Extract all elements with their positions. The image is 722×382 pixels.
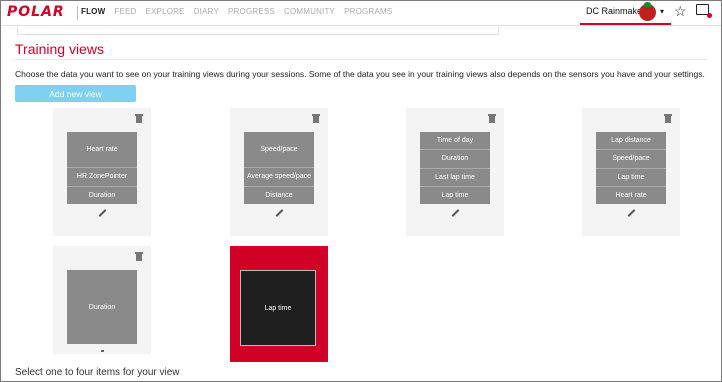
nav-link-diary[interactable]: DIARY bbox=[194, 7, 219, 16]
view-field: Lap time bbox=[264, 304, 292, 312]
view-field: Distance bbox=[265, 191, 293, 199]
title-divider bbox=[15, 59, 707, 60]
nav-link-explore[interactable]: EXPLORE bbox=[146, 7, 185, 16]
view-field: Lap distance bbox=[596, 132, 666, 151]
view-screen: Lap time bbox=[240, 270, 316, 346]
view-screen: Heart rate HR ZonePointer Duration bbox=[67, 132, 137, 204]
view-field: Last lap time bbox=[420, 169, 490, 187]
view-screen: Lap distance Speed/pace Lap time Heart r… bbox=[596, 132, 666, 204]
pencil-icon[interactable] bbox=[275, 209, 284, 217]
view-field: Duration bbox=[420, 150, 490, 169]
view-field: Speed/pace bbox=[244, 132, 314, 168]
nav-link-programs[interactable]: PROGRAMS bbox=[344, 7, 392, 16]
view-field: Heart rate bbox=[67, 132, 137, 168]
training-view-card[interactable]: Lap distance Speed/pace Lap time Heart r… bbox=[582, 108, 680, 236]
star-icon[interactable]: ☆ bbox=[674, 3, 687, 20]
page-title: Training views bbox=[15, 41, 104, 57]
trash-icon[interactable] bbox=[312, 114, 320, 123]
app-window: POLAR FLOW FEED EXPLORE DIARY PROGRESS C… bbox=[0, 0, 722, 382]
logo-separator bbox=[77, 6, 78, 20]
more-indicator bbox=[101, 350, 104, 352]
nav-links: FLOW FEED EXPLORE DIARY PROGRESS COMMUNI… bbox=[81, 7, 401, 16]
top-nav: POLAR FLOW FEED EXPLORE DIARY PROGRESS C… bbox=[1, 1, 721, 26]
nav-link-feed[interactable]: FEED bbox=[114, 7, 136, 16]
pencil-icon[interactable] bbox=[451, 209, 460, 217]
view-screen: Duration bbox=[67, 270, 137, 344]
view-field: Lap time bbox=[441, 191, 469, 199]
notification-badge bbox=[707, 13, 712, 18]
nav-link-community[interactable]: COMMUNITY bbox=[284, 7, 335, 16]
page-description: Choose the data you want to see on your … bbox=[15, 69, 705, 79]
training-view-card[interactable]: Duration bbox=[53, 246, 151, 354]
add-new-view-button[interactable]: Add new view bbox=[15, 85, 136, 102]
trash-icon[interactable] bbox=[135, 114, 143, 123]
training-view-card[interactable]: Speed/pace Average speed/pace Distance bbox=[230, 108, 328, 236]
view-field: Duration bbox=[88, 303, 116, 311]
avatar[interactable] bbox=[639, 2, 656, 21]
view-field: Duration bbox=[88, 191, 116, 199]
training-view-card-selected[interactable]: Lap time bbox=[230, 246, 328, 362]
training-view-card[interactable]: Heart rate HR ZonePointer Duration bbox=[53, 108, 151, 236]
chevron-down-icon[interactable]: ▾ bbox=[660, 7, 664, 16]
training-view-card[interactable]: Time of day Duration Last lap time Lap t… bbox=[406, 108, 504, 236]
polar-logo[interactable]: POLAR bbox=[7, 4, 65, 20]
view-screen: Speed/pace Average speed/pace Distance bbox=[244, 132, 314, 204]
trash-icon[interactable] bbox=[135, 252, 143, 261]
view-field: HR ZonePointer bbox=[67, 168, 137, 187]
instruction-text: Select one to four items for your view bbox=[15, 367, 180, 378]
user-menu-underline bbox=[580, 23, 671, 25]
pencil-icon[interactable] bbox=[98, 209, 107, 217]
nav-link-progress[interactable]: PROGRESS bbox=[228, 7, 275, 16]
view-field: Speed/pace bbox=[596, 150, 666, 169]
view-field: Average speed/pace bbox=[244, 168, 314, 187]
user-name[interactable]: DC Rainmaker bbox=[586, 6, 645, 16]
view-screen: Time of day Duration Last lap time Lap t… bbox=[420, 132, 490, 204]
trash-icon[interactable] bbox=[664, 114, 672, 123]
nav-link-flow[interactable]: FLOW bbox=[81, 7, 105, 16]
sub-nav-bar bbox=[17, 26, 499, 35]
view-field: Lap time bbox=[596, 169, 666, 187]
view-field: Time of day bbox=[420, 132, 490, 151]
trash-icon[interactable] bbox=[488, 114, 496, 123]
view-field: Heart rate bbox=[615, 191, 647, 199]
pencil-icon[interactable] bbox=[627, 209, 636, 217]
